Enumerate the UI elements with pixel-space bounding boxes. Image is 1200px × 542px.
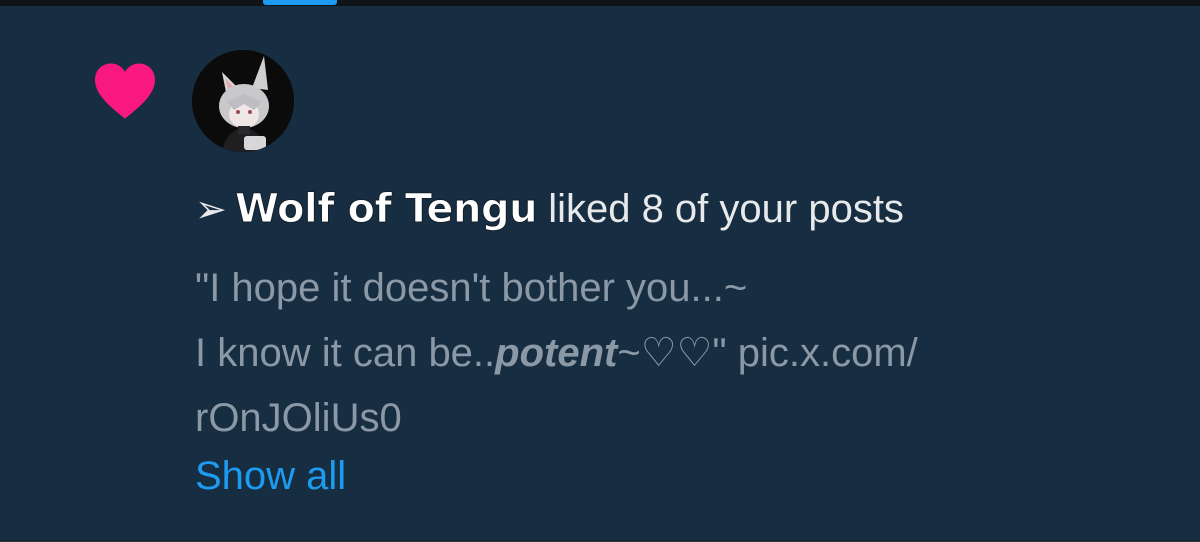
post-link-part-2[interactable]: rOnJOliUs0 (195, 386, 1155, 451)
active-tab-indicator (263, 0, 337, 5)
avatar[interactable] (192, 50, 294, 152)
post-text-emphasis: potent (495, 331, 618, 375)
post-text-prefix: I know it can be.. (195, 331, 496, 375)
post-text-line-1: "I hope it doesn't bother you...~ (195, 266, 748, 310)
avatar-image (192, 50, 294, 152)
post-link-part-1[interactable]: pic.x.com/ (738, 331, 918, 375)
show-all-link[interactable]: Show all (195, 451, 346, 501)
arrow-icon: ➢ (195, 189, 227, 231)
notification-headline: ➢ Wolf of Tengu liked 8 of your posts (195, 184, 1155, 235)
like-notification[interactable]: ➢ Wolf of Tengu liked 8 of your posts "I … (0, 6, 1200, 542)
post-text-line-2: I know it can be..potent~♡♡" pic.x.com/ (195, 321, 1155, 386)
action-text: liked 8 of your posts (548, 187, 904, 231)
post-text-suffix: ~♡♡" (617, 331, 738, 375)
post-preview: "I hope it doesn't bother you...~ I know… (195, 256, 1155, 451)
heart-icon (95, 63, 155, 119)
username-link[interactable]: Wolf of Tengu (234, 186, 538, 233)
